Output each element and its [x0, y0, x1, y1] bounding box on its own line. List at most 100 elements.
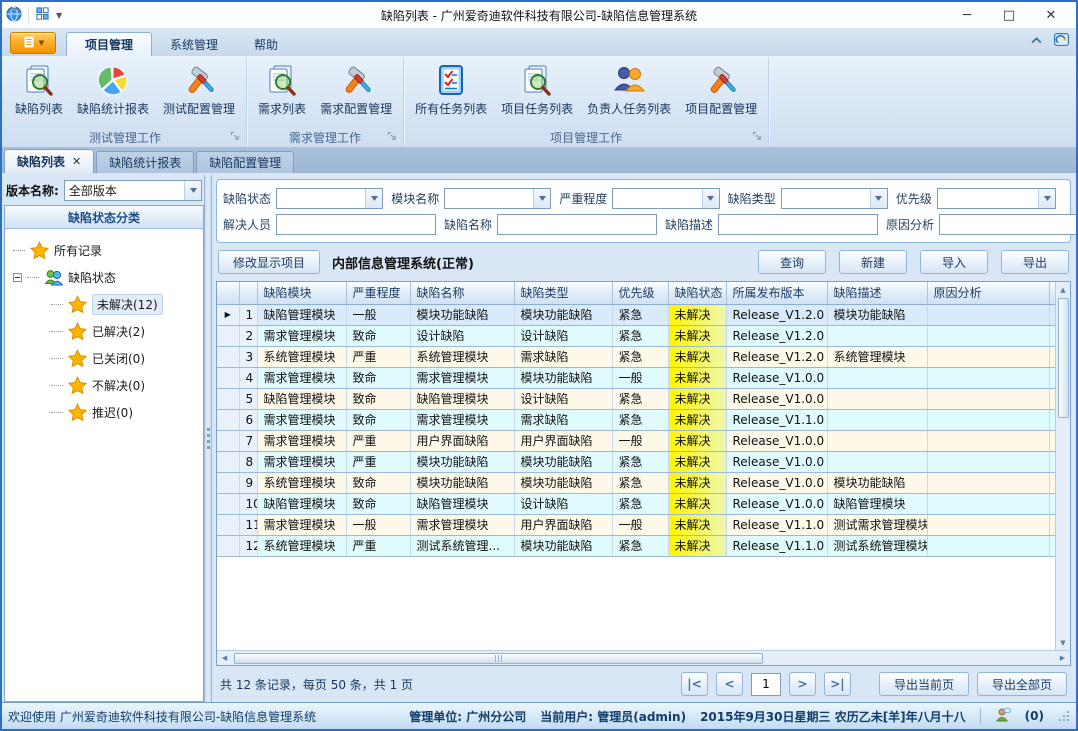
table-cell[interactable] [927, 325, 1049, 346]
table-cell[interactable]: 紧急 [612, 304, 668, 325]
toolbar-button[interactable]: 导入 [920, 250, 988, 274]
status-cell[interactable]: 未解决 [668, 325, 726, 346]
table-cell[interactable]: 模块功能缺陷 [514, 451, 612, 472]
filter-select[interactable] [444, 188, 551, 209]
table-cell[interactable]: 一般 [346, 304, 410, 325]
table-cell[interactable]: 需求管理模块 [257, 409, 346, 430]
table-cell[interactable]: 一般 [612, 514, 668, 535]
export-current-page-button[interactable]: 导出当前页 [879, 672, 969, 696]
table-cell[interactable]: 用户界面缺陷 [514, 514, 612, 535]
tree-item[interactable]: 不解决(0) [51, 372, 199, 399]
table-cell[interactable]: 致命 [346, 409, 410, 430]
table-row[interactable]: 11需求管理模块一般需求管理模块用户界面缺陷一般未解决Release_V1.1.… [217, 514, 1055, 535]
chevron-down-icon[interactable] [1038, 189, 1055, 208]
status-cell[interactable]: 未解决 [668, 346, 726, 367]
table-cell[interactable]: Release_V1.2.0 [726, 325, 827, 346]
table-cell[interactable] [927, 493, 1049, 514]
vertical-scroll-thumb[interactable] [1058, 298, 1069, 418]
table-cell[interactable]: 模块功能缺陷 [514, 472, 612, 493]
collapse-ribbon-icon[interactable] [1030, 34, 1043, 48]
tree-expander-icon[interactable] [13, 273, 22, 282]
filter-input[interactable] [497, 214, 657, 235]
filter-select[interactable] [781, 188, 888, 209]
table-cell[interactable]: 模块功能缺陷 [827, 472, 927, 493]
tree-item[interactable]: 缺陷状态 [13, 264, 199, 291]
status-cell[interactable]: 未解决 [668, 493, 726, 514]
table-cell[interactable] [927, 535, 1049, 556]
table-cell[interactable]: 需求管理模块 [257, 367, 346, 388]
table-cell[interactable]: 系统管理模块 [257, 535, 346, 556]
table-cell[interactable]: Release_V1.0.0 [726, 472, 827, 493]
table-cell[interactable] [927, 472, 1049, 493]
table-cell[interactable]: 模块功能缺陷 [514, 535, 612, 556]
column-header[interactable]: 优先级 [612, 282, 668, 304]
table-cell[interactable]: Release_V1.0.0 [726, 493, 827, 514]
table-cell[interactable]: 致命 [346, 472, 410, 493]
table-cell[interactable]: Release_V1.2.0 [726, 346, 827, 367]
table-cell[interactable]: 测试需求管理模块 [827, 514, 927, 535]
table-cell[interactable]: 严重 [346, 430, 410, 451]
table-row[interactable]: 2需求管理模块致命设计缺陷设计缺陷紧急未解决Release_V1.2.0 [217, 325, 1055, 346]
table-cell[interactable]: 需求管理模块 [410, 514, 514, 535]
column-header[interactable]: 缺陷描述 [827, 282, 927, 304]
ribbon-tab[interactable]: 系统管理 [152, 32, 236, 56]
table-cell[interactable]: 致命 [346, 493, 410, 514]
table-cell[interactable]: 系统管理模块 [410, 346, 514, 367]
toolbar-button[interactable]: 新建 [839, 250, 907, 274]
column-header[interactable]: 缺陷状态 [668, 282, 726, 304]
table-cell[interactable] [927, 451, 1049, 472]
table-cell[interactable]: 缺陷管理模块 [257, 304, 346, 325]
table-cell[interactable]: 设计缺陷 [514, 388, 612, 409]
table-row[interactable]: 12系统管理模块严重测试系统管理...模块功能缺陷紧急未解决Release_V1… [217, 535, 1055, 556]
table-cell[interactable]: 系统管理模块 [257, 346, 346, 367]
table-cell[interactable]: Release_V1.1.0 [726, 514, 827, 535]
table-cell[interactable]: 紧急 [612, 493, 668, 514]
table-row[interactable]: 7需求管理模块严重用户界面缺陷用户界面缺陷一般未解决Release_V1.0.0 [217, 430, 1055, 451]
messenger-person-icon[interactable] [995, 707, 1011, 726]
ribbon-button[interactable]: 测试配置管理 [156, 60, 242, 118]
table-cell[interactable]: 缺陷管理模块 [257, 388, 346, 409]
table-cell[interactable]: Release_V1.2.0 [726, 304, 827, 325]
table-cell[interactable]: Release_V1.1.0 [726, 409, 827, 430]
tree-item[interactable]: 已关闭(0) [51, 345, 199, 372]
table-cell[interactable]: 需求管理模块 [410, 409, 514, 430]
table-cell[interactable] [827, 325, 927, 346]
table-row[interactable]: 6需求管理模块致命需求管理模块需求缺陷紧急未解决Release_V1.1.0 [217, 409, 1055, 430]
status-cell[interactable]: 未解决 [668, 472, 726, 493]
help-window-icon[interactable] [1053, 31, 1070, 51]
table-cell[interactable]: 模块功能缺陷 [410, 304, 514, 325]
table-cell[interactable] [827, 430, 927, 451]
table-row[interactable]: 4需求管理模块致命需求管理模块模块功能缺陷一般未解决Release_V1.0.0 [217, 367, 1055, 388]
minimize-button[interactable]: ─ [946, 3, 988, 27]
table-cell[interactable]: 系统管理模块 [827, 346, 927, 367]
table-cell[interactable]: 需求管理模块 [257, 325, 346, 346]
resize-grip[interactable] [1058, 710, 1070, 722]
column-header[interactable]: 缺陷模块 [257, 282, 346, 304]
table-row[interactable]: ▶1缺陷管理模块一般模块功能缺陷模块功能缺陷紧急未解决Release_V1.2.… [217, 304, 1055, 325]
toolbar-button[interactable]: 查询 [758, 250, 826, 274]
table-cell[interactable]: 致命 [346, 325, 410, 346]
column-header[interactable]: 缺陷名称 [410, 282, 514, 304]
ribbon-tab[interactable]: 帮助 [236, 32, 296, 56]
table-cell[interactable]: 需求管理模块 [257, 430, 346, 451]
page-number-input[interactable] [751, 673, 781, 696]
chevron-down-icon[interactable] [702, 189, 719, 208]
table-cell[interactable]: 严重 [346, 535, 410, 556]
document-tab[interactable]: 缺陷统计报表 [96, 151, 194, 173]
table-cell[interactable]: 设计缺陷 [410, 325, 514, 346]
status-cell[interactable]: 未解决 [668, 514, 726, 535]
table-cell[interactable]: 缺陷管理模块 [257, 493, 346, 514]
table-cell[interactable] [827, 409, 927, 430]
table-cell[interactable]: Release_V1.1.0 [726, 535, 827, 556]
table-row[interactable]: 5缺陷管理模块致命缺陷管理模块设计缺陷紧急未解决Release_V1.0.0 [217, 388, 1055, 409]
table-cell[interactable]: 设计缺陷 [514, 325, 612, 346]
table-row[interactable]: 3系统管理模块严重系统管理模块需求缺陷紧急未解决Release_V1.2.0系统… [217, 346, 1055, 367]
scroll-down-icon[interactable]: ▼ [1056, 635, 1071, 650]
table-cell[interactable] [927, 388, 1049, 409]
table-cell[interactable]: 用户界面缺陷 [410, 430, 514, 451]
table-cell[interactable]: Release_V1.0.0 [726, 451, 827, 472]
table-row[interactable]: 8需求管理模块严重模块功能缺陷模块功能缺陷紧急未解决Release_V1.0.0 [217, 451, 1055, 472]
table-cell[interactable]: 一般 [612, 367, 668, 388]
ribbon-button[interactable]: 项目任务列表 [494, 60, 580, 118]
ribbon-button[interactable]: 需求列表 [251, 60, 313, 118]
